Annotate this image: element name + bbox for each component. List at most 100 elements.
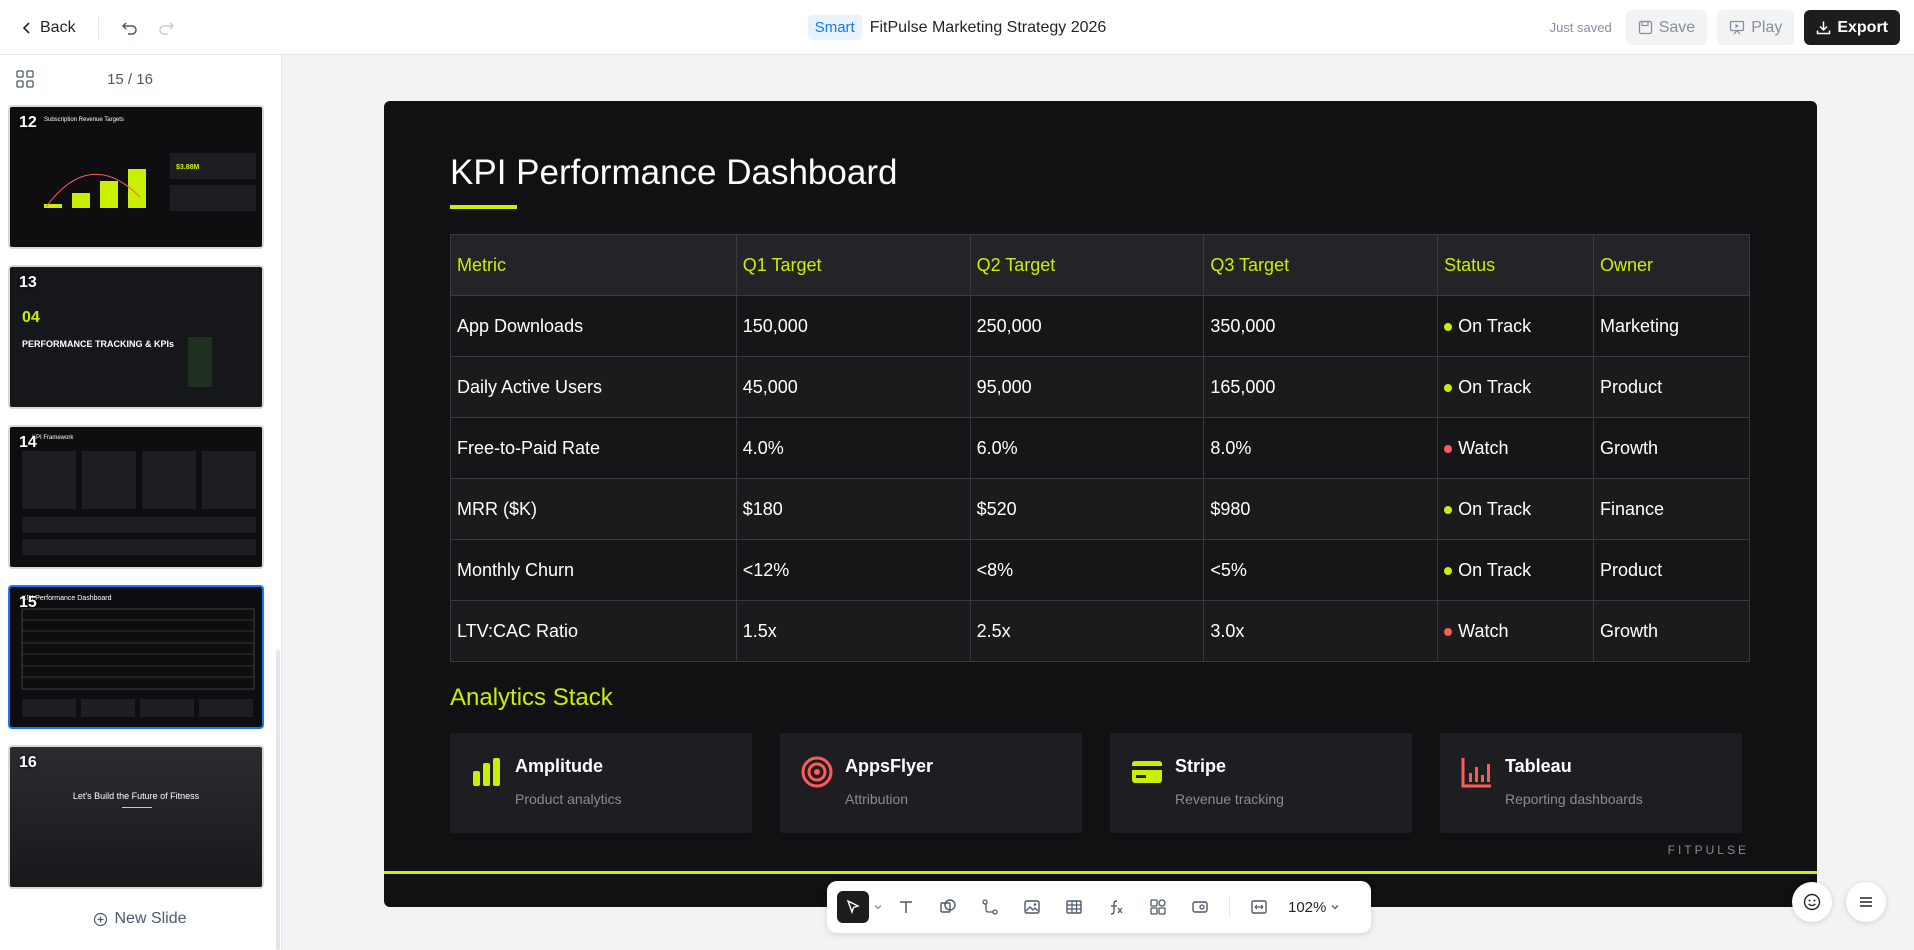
- slide-thumbnail-16[interactable]: 16 Let's Build the Future of Fitness: [8, 745, 264, 889]
- chevron-down-icon[interactable]: [873, 902, 883, 912]
- q2-cell: 2.5x: [969, 600, 1205, 662]
- new-slide-button[interactable]: New Slide: [0, 910, 280, 928]
- thumbnail-chart: $3.88M: [44, 153, 256, 211]
- status-dot: [1444, 322, 1453, 331]
- thumbnail-card: [82, 451, 136, 509]
- slide-sidebar: 15 / 16 12 Subscription Revenue Targets …: [0, 55, 282, 950]
- play-button[interactable]: Play: [1717, 10, 1795, 45]
- document-title[interactable]: FitPulse Marketing Strategy 2026: [870, 19, 1107, 37]
- table-row: Daily Active Users 45,000 95,000 165,000…: [450, 356, 1750, 418]
- tool-card-amplitude[interactable]: Amplitude Product analytics: [450, 733, 752, 833]
- smiley-icon: [1803, 893, 1821, 911]
- select-tool-button[interactable]: [837, 891, 869, 923]
- chevron-down-icon: [1331, 905, 1339, 910]
- slide-thumbnail-14[interactable]: 14 KPI Framework: [8, 425, 264, 569]
- text-tool-button[interactable]: [887, 891, 925, 923]
- top-bar-right: Just saved Save Play Export: [1550, 0, 1900, 55]
- tool-name: Tableau: [1505, 756, 1572, 776]
- formula-tool-button[interactable]: [1097, 891, 1135, 923]
- export-label: Export: [1837, 18, 1888, 36]
- export-button[interactable]: Export: [1804, 10, 1900, 45]
- q1-cell: $180: [735, 478, 971, 540]
- tool-card-stripe[interactable]: Stripe Revenue tracking: [1110, 733, 1412, 833]
- column-header: Q3 Target: [1203, 234, 1439, 296]
- status-text: Watch: [1458, 437, 1509, 458]
- thumbnail-preview: Let's Build the Future of Fitness: [10, 747, 262, 887]
- new-slide-label: New Slide: [114, 910, 187, 927]
- media-tool-button[interactable]: [1181, 891, 1219, 923]
- tool-description: Reporting dashboards: [1505, 791, 1643, 807]
- slide-thumbnail-15[interactable]: 15 KPI Performance Dashboard: [8, 585, 264, 729]
- q1-cell: 150,000: [735, 295, 971, 357]
- components-icon: [1150, 899, 1166, 915]
- status-cell: On Track: [1437, 478, 1595, 540]
- q1-cell: 45,000: [735, 356, 971, 418]
- page-counter: 15 / 16: [107, 70, 153, 88]
- credit-card-icon: [1132, 761, 1162, 783]
- metric-cell: LTV:CAC Ratio: [450, 600, 737, 662]
- sidebar-scrollbar[interactable]: [276, 650, 280, 950]
- table-tool-button[interactable]: [1055, 891, 1093, 923]
- slide-thumbnail-12[interactable]: 12 Subscription Revenue Targets $3.88M: [8, 105, 264, 249]
- q3-cell: <5%: [1203, 539, 1439, 601]
- components-tool-button[interactable]: [1139, 891, 1177, 923]
- table-row: Monthly Churn <12% <8% <5% On Track Prod…: [450, 539, 1750, 601]
- q3-cell: 350,000: [1203, 295, 1439, 357]
- slide-canvas[interactable]: KPI Performance Dashboard Metric Q1 Targ…: [384, 101, 1817, 907]
- menu-button[interactable]: [1846, 882, 1886, 922]
- title-underline: [450, 205, 517, 209]
- table-row: LTV:CAC Ratio 1.5x 2.5x 3.0x Watch Growt…: [450, 600, 1750, 662]
- slide-title[interactable]: KPI Performance Dashboard: [450, 153, 897, 193]
- thumbnail-title: PERFORMANCE TRACKING & KPIs: [22, 339, 175, 349]
- tool-card-tableau[interactable]: Tableau Reporting dashboards: [1440, 733, 1742, 833]
- table-row: Free-to-Paid Rate 4.0% 6.0% 8.0% Watch G…: [450, 417, 1750, 479]
- save-label: Save: [1658, 18, 1696, 36]
- connector-tool-button[interactable]: [971, 891, 1009, 923]
- fit-width-button[interactable]: [1240, 891, 1278, 923]
- tool-name: AppsFlyer: [845, 756, 934, 776]
- metric-cell: Free-to-Paid Rate: [450, 417, 737, 479]
- thumbnail-section-number: 04: [22, 309, 40, 326]
- cursor-icon: [846, 899, 860, 915]
- status-cell: On Track: [1437, 539, 1595, 601]
- thumbnail-title: KPI Framework: [32, 435, 74, 441]
- owner-cell: Growth: [1593, 600, 1750, 662]
- thumbnail-preview: 04 PERFORMANCE TRACKING & KPIs: [10, 267, 262, 407]
- shape-tool-button[interactable]: [929, 891, 967, 923]
- redo-icon: [158, 21, 174, 35]
- fit-width-icon: [1251, 900, 1267, 914]
- q2-cell: <8%: [969, 539, 1205, 601]
- undo-button[interactable]: [115, 13, 145, 43]
- smart-badge[interactable]: Smart: [807, 15, 862, 40]
- feedback-button[interactable]: [1792, 882, 1832, 922]
- zoom-level: 102%: [1288, 898, 1327, 916]
- q1-cell: <12%: [735, 539, 971, 601]
- divider: [1229, 896, 1230, 918]
- status-dot: [1444, 627, 1453, 636]
- zoom-selector[interactable]: 102%: [1288, 899, 1340, 916]
- thumbnail-card: [142, 451, 196, 509]
- redo-button[interactable]: [151, 13, 181, 43]
- kpi-table[interactable]: Metric Q1 Target Q2 Target Q3 Target Sta…: [450, 234, 1750, 662]
- connector-icon: [982, 899, 998, 915]
- tool-card-appsflyer[interactable]: AppsFlyer Attribution: [780, 733, 1082, 833]
- shapes-icon: [940, 899, 956, 913]
- q2-cell: $520: [969, 478, 1205, 540]
- table-row: App Downloads 150,000 250,000 350,000 On…: [450, 295, 1750, 357]
- save-button[interactable]: Save: [1625, 10, 1708, 45]
- slide-thumbnail-13[interactable]: 13 04 PERFORMANCE TRACKING & KPIs: [8, 265, 264, 409]
- tool-description: Product analytics: [515, 791, 622, 807]
- thumbnail-card: [202, 451, 256, 509]
- thumbnail-preview: KPI Performance Dashboard: [10, 587, 262, 727]
- back-label: Back: [40, 18, 76, 36]
- back-button[interactable]: Back: [14, 13, 82, 43]
- status-text: On Track: [1458, 315, 1532, 336]
- target-icon: [801, 756, 833, 788]
- thumbnail-preview: Subscription Revenue Targets $3.88M: [10, 107, 262, 247]
- q3-cell: $980: [1203, 478, 1439, 540]
- image-tool-button[interactable]: [1013, 891, 1051, 923]
- thumbnail-number: 13: [19, 274, 37, 291]
- q2-cell: 95,000: [969, 356, 1205, 418]
- analytics-stack-title[interactable]: Analytics Stack: [450, 684, 613, 712]
- q1-cell: 1.5x: [735, 600, 971, 662]
